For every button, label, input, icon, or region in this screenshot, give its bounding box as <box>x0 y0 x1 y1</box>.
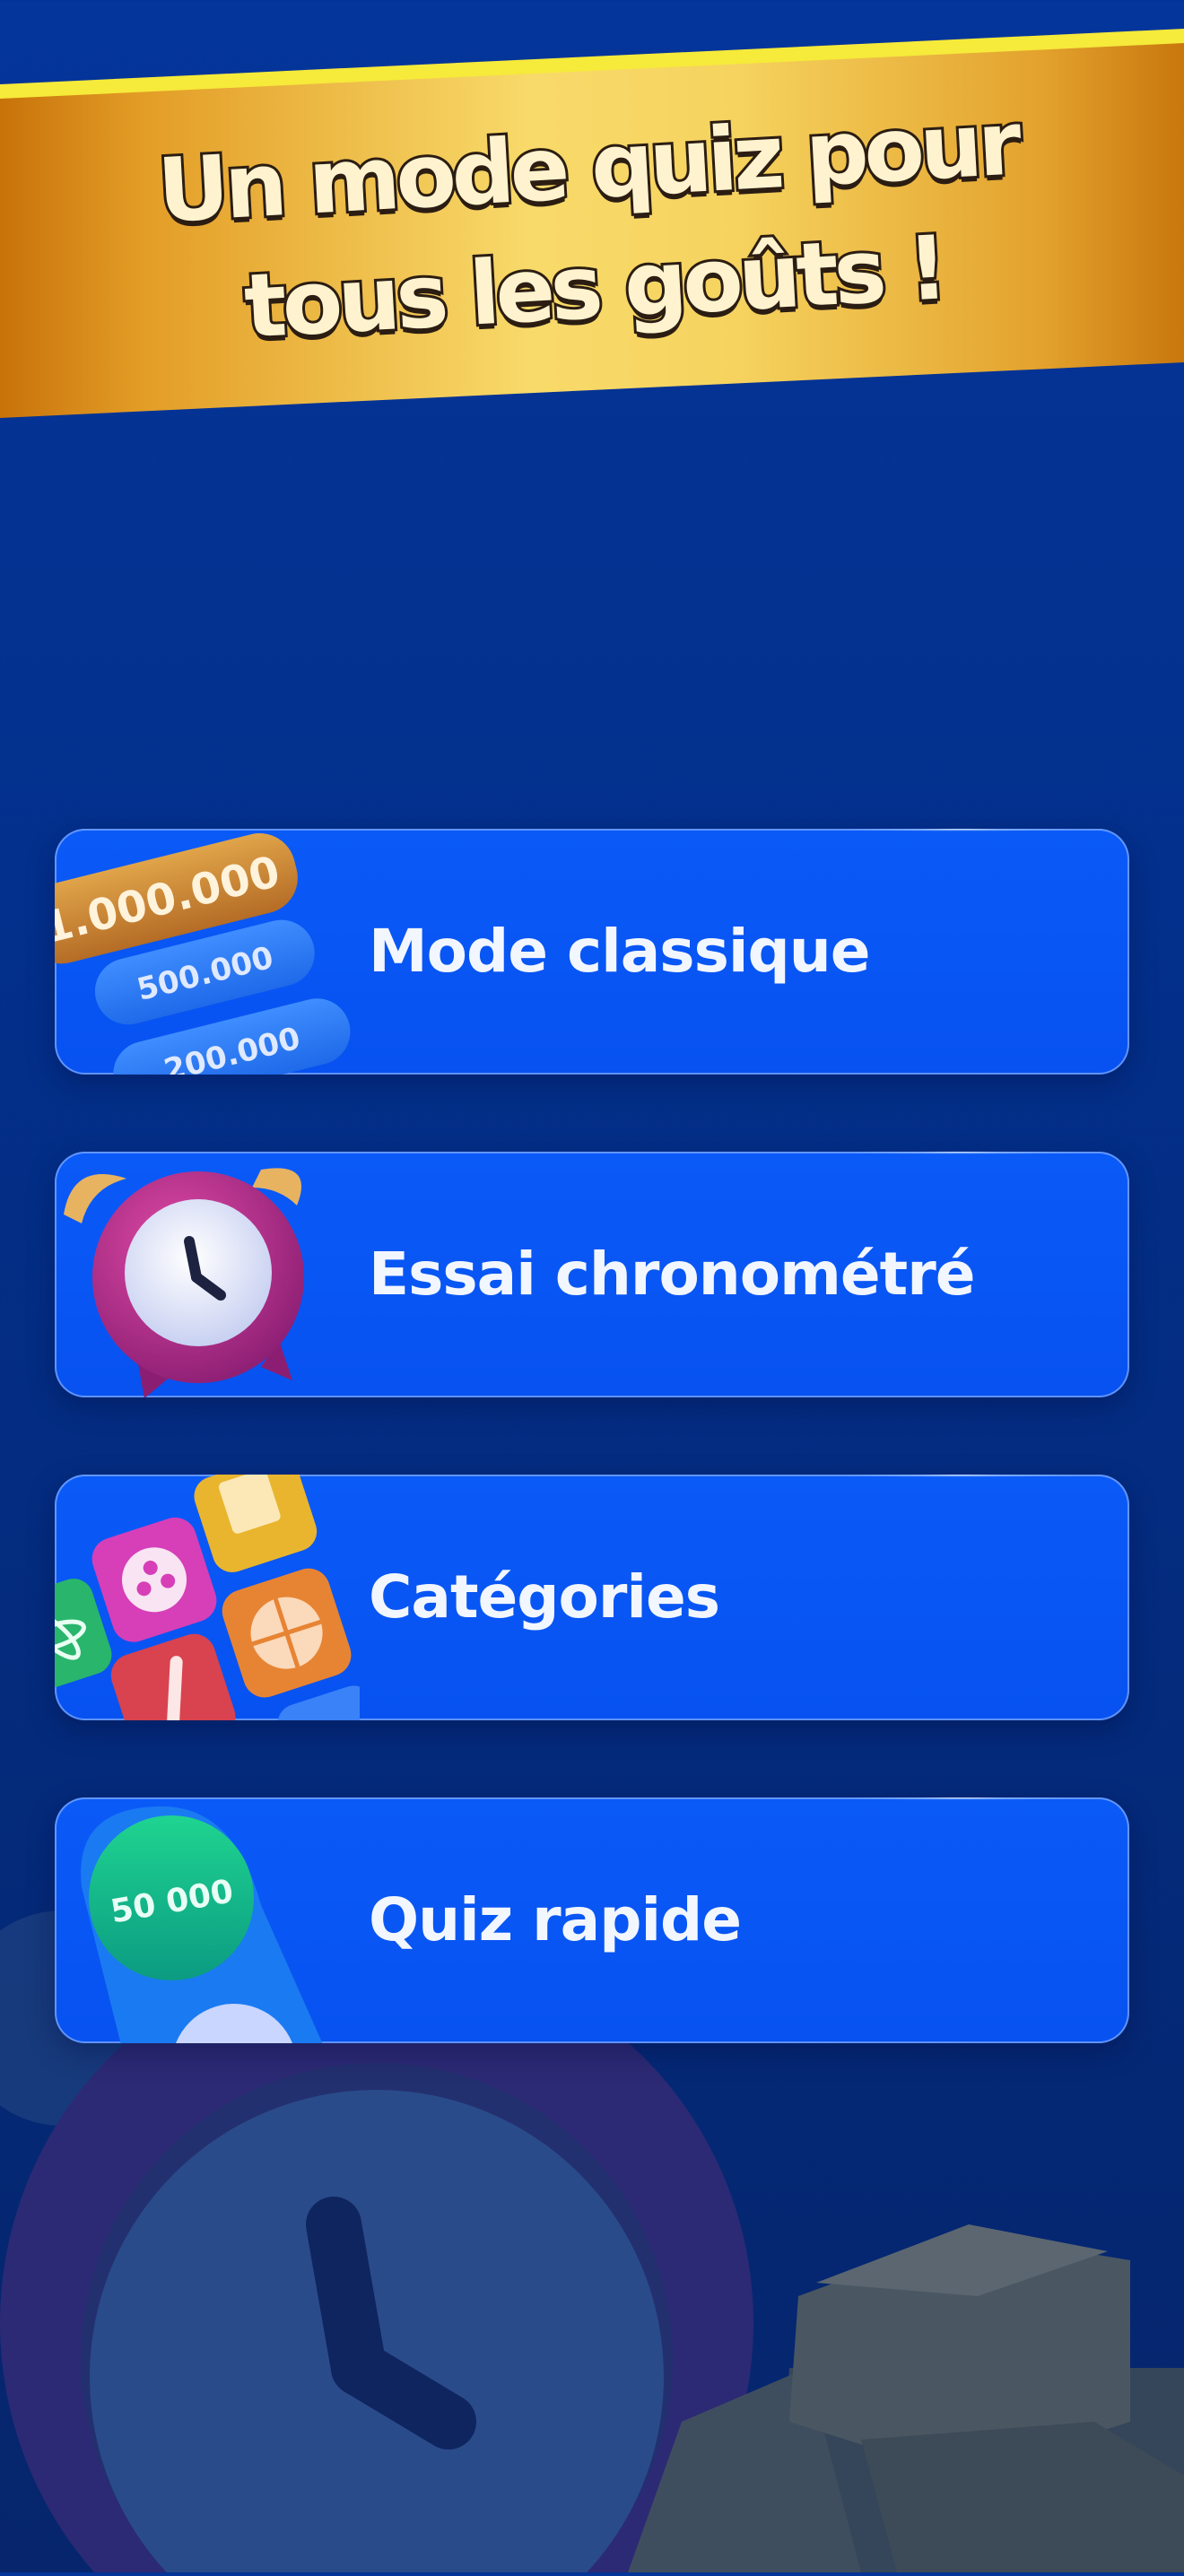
gold-bars-icon <box>628 2224 1184 2572</box>
mode-label: Essai chronométré <box>369 1240 976 1309</box>
category-tiles-icon <box>55 1475 360 1720</box>
header-banner: Un mode quiz pour tous les goûts ! <box>0 0 1184 422</box>
mode-card-classic[interactable]: 1.000.000 500.000 200.000 Mode classique <box>55 829 1129 1075</box>
mode-label: Catégories <box>369 1562 720 1632</box>
gold-ribbon <box>0 29 1184 418</box>
headline-line-2: tous les goûts ! <box>239 214 949 361</box>
alarm-clock-icon <box>64 1168 304 1397</box>
coin-stack-icon: 50 000 <box>81 1806 323 2043</box>
quiz-mode-list: 1.000.000 500.000 200.000 Mode classique <box>55 829 1129 2120</box>
headline: Un mode quiz pour tous les goûts ! <box>0 74 1184 380</box>
mode-card-quick[interactable]: 50 000 Quiz rapide <box>55 1797 1129 2043</box>
headline-line-1: Un mode quiz pour <box>152 90 1023 245</box>
mode-label: Quiz rapide <box>369 1885 742 1954</box>
prize-ladder-icon: 1.000.000 500.000 200.000 <box>55 833 351 1075</box>
mode-card-categories[interactable]: Catégories <box>55 1475 1129 1720</box>
mode-label: Mode classique <box>369 917 870 986</box>
mode-card-timed[interactable]: Essai chronométré <box>55 1152 1129 1397</box>
